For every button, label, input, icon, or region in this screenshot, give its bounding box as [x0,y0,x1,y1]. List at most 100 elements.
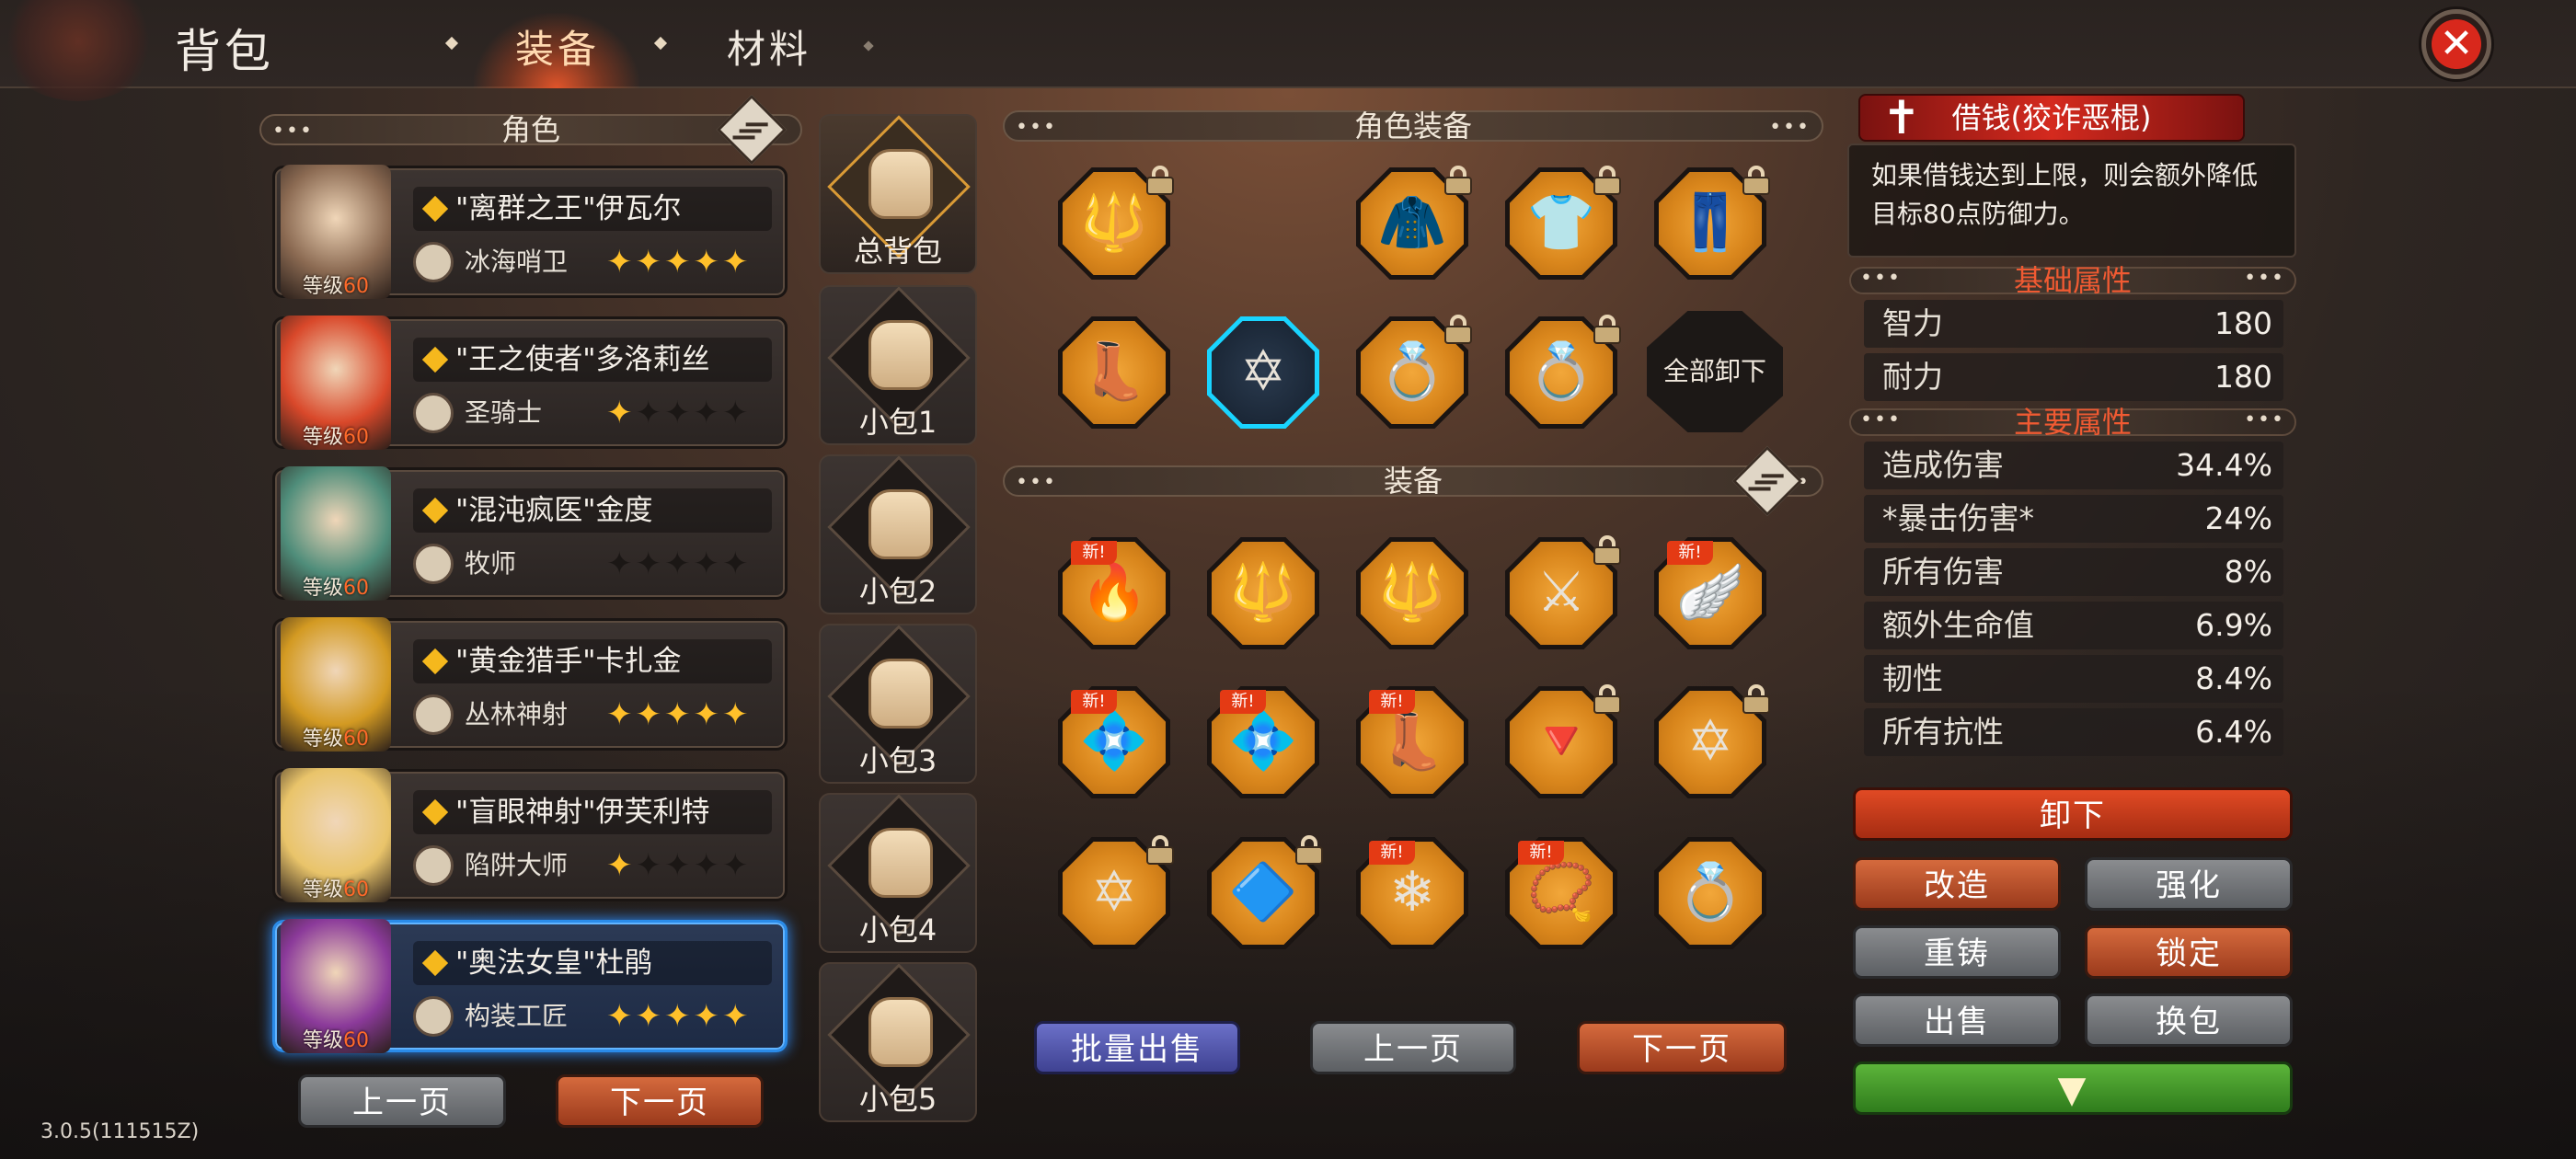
diamond-icon [421,195,449,223]
star-rating: ✦✦✦✦✦ [606,395,752,431]
character-card[interactable]: 等级60 "混沌疯医"金度 牧师 ✦✦✦✦✦ [272,466,788,601]
attribute-value: 24% [2204,500,2272,536]
dots-icon: ••• [1016,116,1057,139]
level-label: 等级60 [303,1029,370,1052]
char-next-page-button[interactable]: 下一页 [556,1074,764,1128]
equip-next-page-button[interactable]: 下一页 [1577,1021,1787,1074]
level-label: 等级60 [303,728,370,751]
lock-icon [1295,835,1323,865]
level-label: 等级60 [303,426,370,449]
bag-small-1[interactable]: 小包1 [819,285,977,445]
attribute-row: *暴击伤害* 24% [1864,495,2283,543]
dots-icon: ••• [2244,408,2285,431]
close-button[interactable]: ✕ [2421,9,2491,79]
emblem-icon [0,0,156,101]
bag-small-2[interactable]: 小包2 [819,454,977,614]
staff-icon: 🔱 [1079,190,1149,255]
item-slot[interactable]: 🔱 [1207,537,1319,649]
level-label: 等级60 [303,275,370,298]
character-class: 陷阱大师 [465,850,569,880]
equipment-icon: 👢 [1377,709,1447,774]
sell-button[interactable]: 出售 [1853,993,2061,1047]
lock-button[interactable]: 锁定 [2085,925,2293,979]
character-card[interactable]: 等级60 "盲眼神射"伊芙利特陷阱大师 ✦✦✦✦✦ [272,768,788,902]
star-rating: ✦✦✦✦✦ [606,847,752,884]
diamond-icon [421,346,449,373]
star-rating: ✦✦✦✦✦ [606,696,752,733]
hood-icon: 🧥 [1377,190,1447,255]
character-class: 冰海哨卫 [465,247,569,277]
bag-label: 小包5 [858,1082,937,1117]
equipment-icon: ✡ [1090,860,1138,924]
item-slot[interactable] [1207,167,1319,280]
attribute-value: 6.9% [2195,607,2272,643]
attribute-row: 所有伤害 8% [1864,548,2283,596]
character-card[interactable]: 等级60 "黄金猎手"卡扎金丛林神射 ✦✦✦✦✦ [272,617,788,752]
tab-materials[interactable]: 材料 [727,18,811,75]
attribute-name: *暴击伤害* [1882,500,2034,536]
attribute-row: 所有抗性 6.4% [1864,708,2283,756]
character-class: 构装工匠 [465,1001,569,1031]
backpack-icon [868,997,933,1067]
bag-small-4[interactable]: 小包4 [819,793,977,953]
character-class: 丛林神射 [465,699,569,729]
bag-small-3[interactable]: 小包3 [819,624,977,784]
backpack-icon [868,659,933,729]
equip-prev-page-button[interactable]: 上一页 [1310,1021,1516,1074]
equipment-icon: 🔻 [1526,709,1596,774]
tab-equipment[interactable]: 装备 [515,18,600,75]
bag-small-5[interactable]: 小包5 [819,962,977,1122]
sort-button[interactable] [716,94,788,166]
level-label: 等级60 [303,878,370,901]
expand-button[interactable]: ▼ [1853,1061,2293,1115]
diamond-icon [421,949,449,977]
item-slot[interactable]: 💍 [1654,837,1766,949]
shirt-icon: 👕 [1526,190,1596,255]
character-card[interactable]: 等级60 "王之使者"多洛莉丝 圣骑士 ✦✦✦✦✦ [272,316,788,450]
attribute-row: 造成伤害 34.4% [1864,442,2283,489]
boots-icon: 👢 [1079,339,1149,404]
tab-divider-icon [653,36,668,51]
unequip-all-button[interactable]: 全部卸下 [1647,311,1783,432]
batch-sell-button[interactable]: 批量出售 [1034,1021,1240,1074]
chevron-down-icon: ▼ [2057,1069,2088,1111]
diamond-icon [421,497,449,524]
item-slot[interactable]: 🔱 [1356,537,1468,649]
reforge-button[interactable]: 改造 [1853,857,2061,911]
unequip-button[interactable]: 卸下 [1853,787,2293,841]
lock-icon [1742,166,1770,195]
swap-bag-button[interactable]: 换包 [2085,993,2293,1047]
new-badge: 新! [1369,690,1415,714]
skill-name: 借钱(狡诈恶棍) [1951,100,2152,135]
attribute-value: 6.4% [2195,714,2272,750]
character-name: "黄金猎手"卡扎金 [413,639,772,683]
new-badge: 新! [1071,541,1117,565]
equipment-icon: ⚔ [1536,560,1586,625]
backpack-icon [868,320,933,390]
diamond-icon [421,648,449,675]
character-card[interactable]: 等级60 "离群之王"伊瓦尔 冰海哨卫 ✦✦✦✦✦ [272,165,788,299]
attribute-row: 智力 180 [1864,300,2283,348]
tab-divider-icon [444,36,459,51]
dots-icon: ••• [272,120,314,143]
character-card[interactable]: 等级60 "奥法女皇"杜鹃 构装工匠 ✦✦✦✦✦ [272,919,788,1053]
item-slot[interactable]: ✡ [1207,316,1319,429]
main-attributes-title: 主要属性 [2013,405,2132,440]
enhance-button[interactable]: 强化 [2085,857,2293,911]
attribute-name: 造成伤害 [1882,447,2004,483]
item-slot[interactable]: 👢 [1058,316,1170,429]
character-name: "盲眼神射"伊芙利特 [413,790,772,834]
equipment-icon: ❄ [1388,860,1436,924]
char-prev-page-button[interactable]: 上一页 [298,1074,506,1128]
bag-main[interactable]: 总背包 [819,114,977,274]
character-class: 圣骑士 [465,397,543,428]
equip-title: 装备 [1383,464,1443,499]
recast-button[interactable]: 重铸 [1853,925,2061,979]
lock-icon [1593,166,1621,195]
backpack-icon [868,489,933,559]
attribute-name: 韧性 [1882,660,1943,696]
hexagram-icon: ✡ [1239,339,1287,404]
character-class: 牧师 [465,548,517,579]
equip-sort-button[interactable] [1731,445,1803,517]
lock-icon [1593,684,1621,714]
